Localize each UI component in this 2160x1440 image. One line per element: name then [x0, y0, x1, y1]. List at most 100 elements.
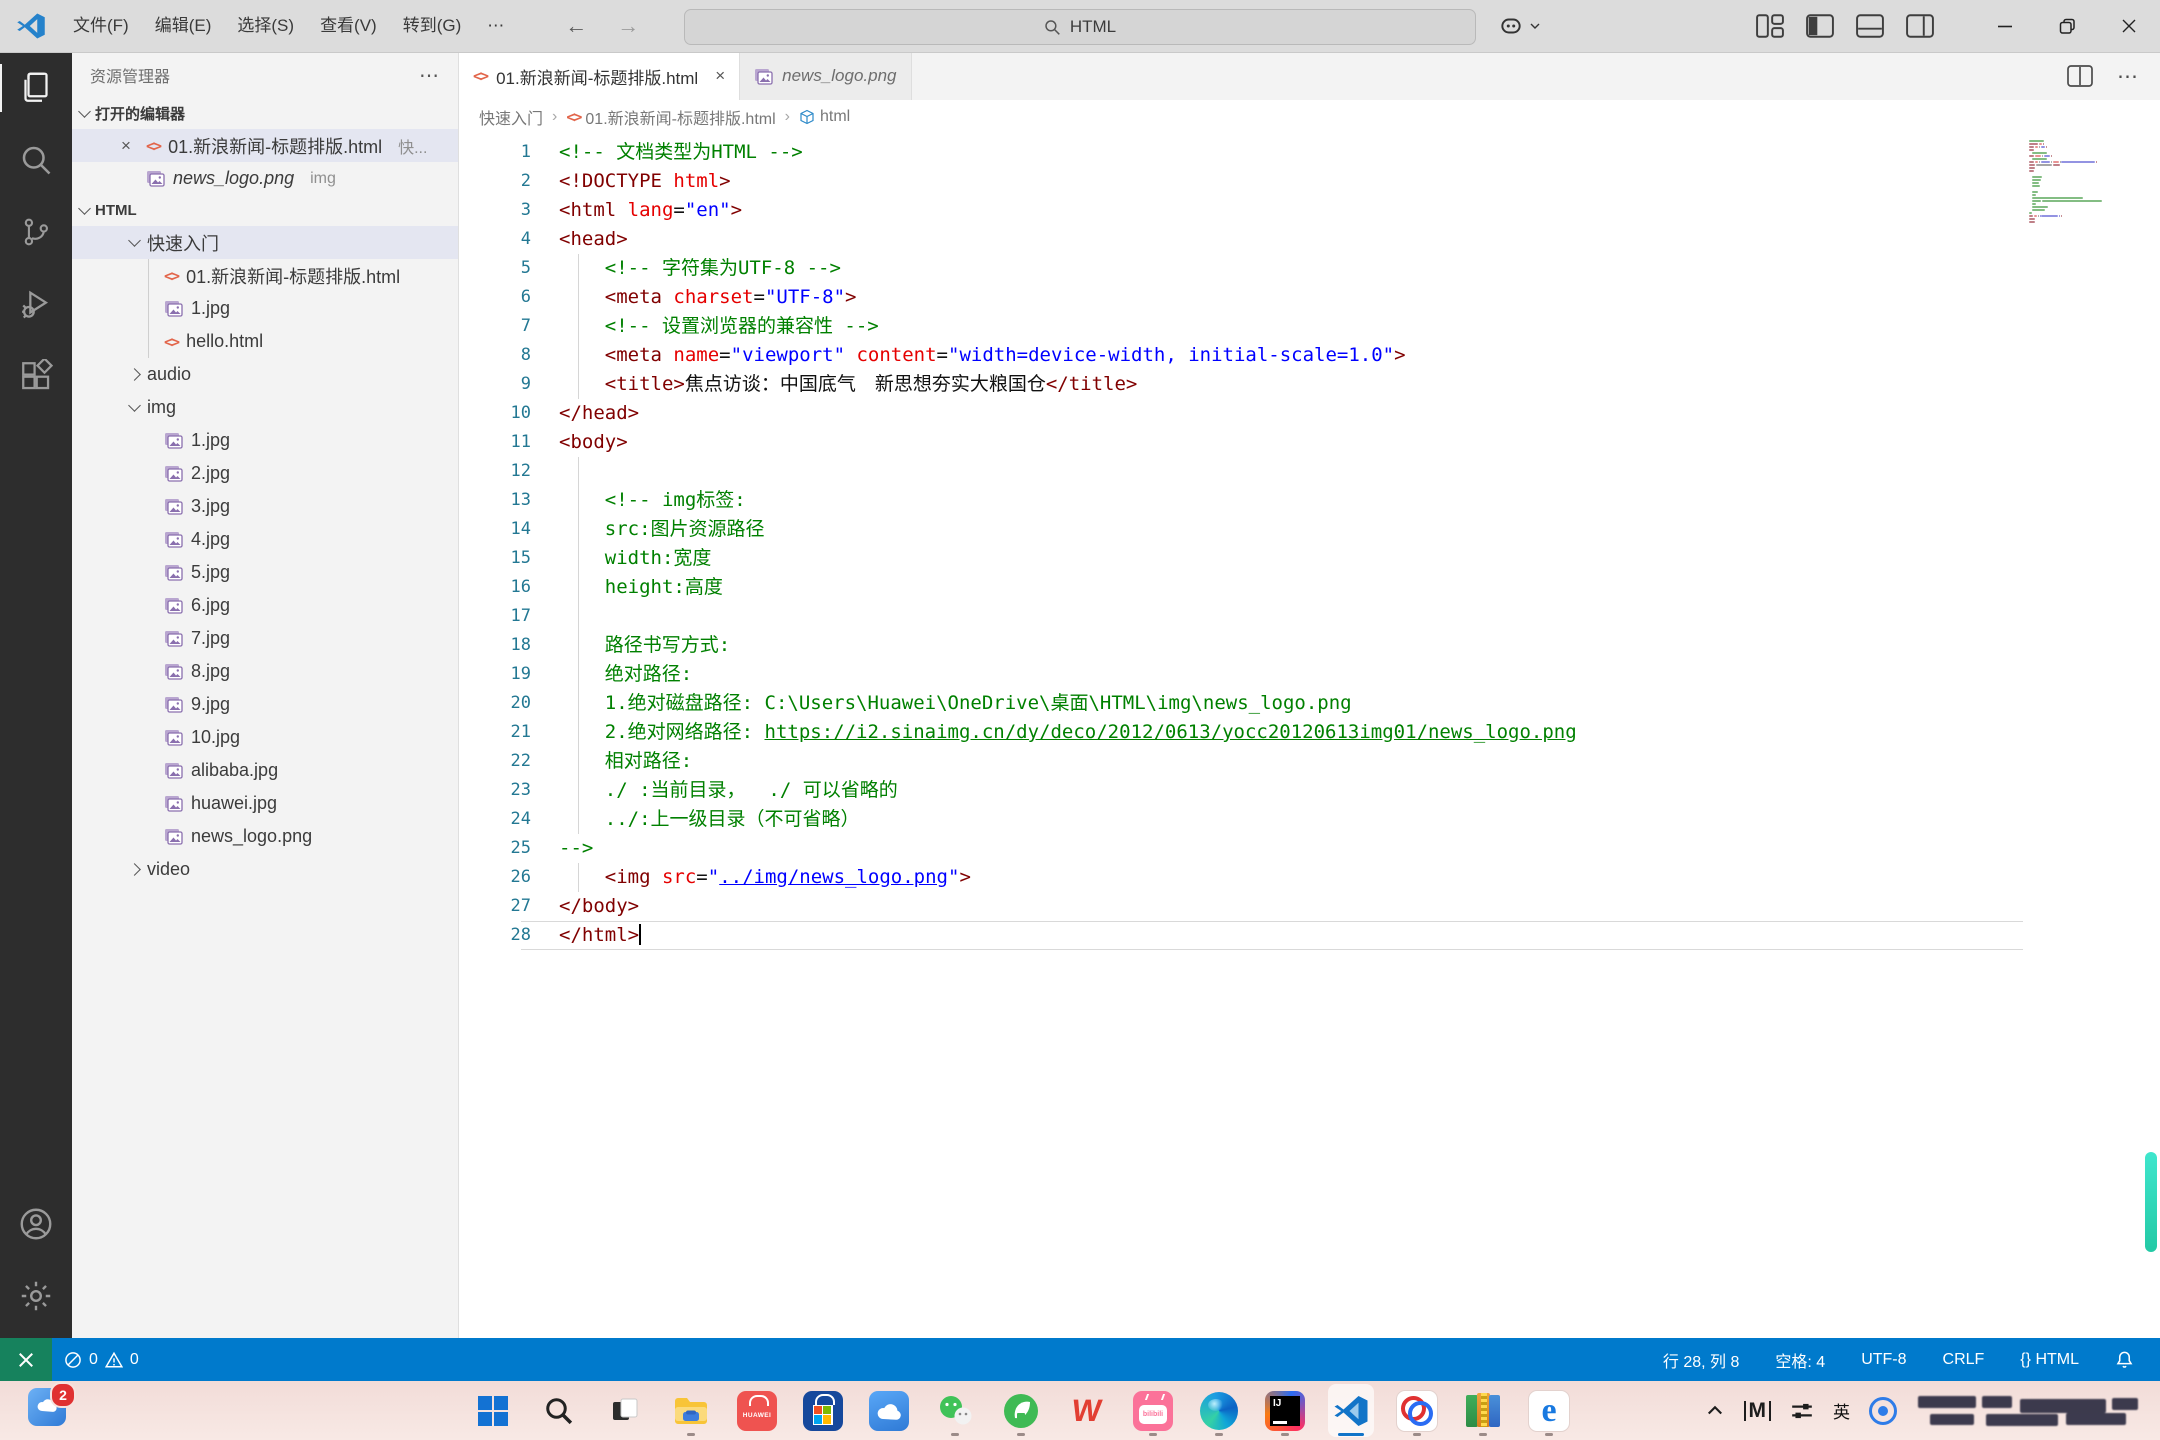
tree-item[interactable]: img — [72, 391, 458, 424]
code-line-2[interactable]: 2 <!DOCTYPE html> — [459, 167, 2160, 196]
code-line-18[interactable]: 18 路径书写方式: — [459, 631, 2160, 660]
code-line-text[interactable] — [531, 602, 559, 631]
tree-item[interactable]: 快速入门 — [72, 226, 458, 259]
breadcrumb-item[interactable]: 快速入门 — [479, 105, 543, 129]
breadcrumb-item[interactable]: <> 01.新浪新闻-标题排版.html — [566, 105, 775, 129]
activity-source-control[interactable] — [0, 196, 72, 268]
activity-search[interactable] — [0, 124, 72, 196]
taskbar-app-huawei-petal[interactable] — [998, 1384, 1044, 1437]
menu-more[interactable]: ⋯ — [474, 8, 517, 44]
notifications-bell-icon[interactable] — [2115, 1350, 2134, 1369]
editor-tab[interactable]: <> 01.新浪新闻-标题排版.html × — [459, 52, 741, 100]
nav-forward-icon[interactable]: → — [617, 13, 639, 39]
tree-item[interactable]: 8.jpg — [72, 655, 458, 688]
code-line-text[interactable]: <meta name="viewport" content="width=dev… — [531, 341, 1406, 370]
code-line-15[interactable]: 15 width:宽度 — [459, 544, 2160, 573]
taskbar-app-vscode[interactable] — [1328, 1384, 1374, 1437]
scrollbar-accent[interactable] — [2145, 1152, 2157, 1252]
taskbar-app-e-browser[interactable]: e — [1526, 1384, 1572, 1437]
tree-item[interactable]: 10.jpg — [72, 721, 458, 754]
code-line-text[interactable]: <!-- img标签: — [531, 486, 746, 515]
code-line-text[interactable]: <meta charset="UTF-8"> — [531, 283, 857, 312]
tree-item[interactable]: 9.jpg — [72, 688, 458, 721]
minimap[interactable] — [2028, 140, 2118, 224]
code-line-text[interactable]: --> — [531, 834, 593, 863]
taskbar-app-search[interactable] — [536, 1384, 582, 1437]
problems-status[interactable]: 0 0 — [52, 1351, 151, 1369]
activity-settings[interactable] — [0, 1260, 72, 1332]
code-line-text[interactable]: width:宽度 — [531, 544, 712, 573]
taskbar-app-file-explorer[interactable] — [668, 1384, 714, 1437]
close-tab-icon[interactable]: × — [715, 66, 725, 86]
tree-item[interactable]: 2.jpg — [72, 457, 458, 490]
menu-edit[interactable]: 编辑(E) — [142, 8, 225, 44]
code-line-9[interactable]: 9 <title>焦点访谈：中国底气 新思想夯实大粮国仓</title> — [459, 370, 2160, 399]
eol-sequence[interactable]: CRLF — [1943, 1351, 1985, 1369]
activity-run-debug[interactable] — [0, 268, 72, 340]
remote-indicator[interactable] — [0, 1338, 52, 1381]
toggle-primary-sidebar-icon[interactable] — [1806, 14, 1834, 38]
nav-back-icon[interactable]: ← — [565, 13, 587, 39]
code-line-text[interactable]: </html> — [531, 921, 642, 950]
activity-account[interactable] — [0, 1188, 72, 1260]
tree-item[interactable]: 1.jpg — [72, 292, 458, 325]
code-line-text[interactable]: <img src="../img/news_logo.png"> — [531, 863, 971, 892]
taskbar-app-task-view[interactable] — [602, 1384, 648, 1437]
menu-goto[interactable]: 转到(G) — [390, 8, 475, 44]
customize-layout-icon[interactable] — [1756, 14, 1784, 38]
editor-tab[interactable]: news_logo.png — [740, 52, 912, 100]
breadcrumb-item[interactable]: html — [799, 108, 850, 126]
taskbar-app-edge[interactable] — [1196, 1384, 1242, 1437]
code-line-text[interactable]: 相对路径: — [531, 747, 692, 776]
activity-extensions[interactable] — [0, 340, 72, 412]
encoding[interactable]: UTF-8 — [1861, 1351, 1906, 1369]
toggle-secondary-sidebar-icon[interactable] — [1906, 14, 1934, 38]
copilot-menu[interactable] — [1498, 13, 1541, 39]
code-line-text[interactable]: ../:上一级目录（不可省略） — [531, 805, 860, 834]
code-line-text[interactable]: <title>焦点访谈：中国底气 新思想夯实大粮国仓</title> — [531, 370, 1138, 399]
tray-circle-app-icon[interactable] — [1869, 1396, 1897, 1425]
code-line-25[interactable]: 25 --> — [459, 834, 2160, 863]
restore-button[interactable] — [2036, 0, 2098, 52]
code-line-text[interactable]: 2.绝对网络路径: https://i2.sinaimg.cn/dy/deco/… — [531, 718, 1577, 747]
code-line-text[interactable]: <!-- 文档类型为HTML --> — [531, 138, 803, 167]
taskbar-app-bilibili[interactable]: bilibili — [1130, 1384, 1176, 1437]
code-line-27[interactable]: 27 </body> — [459, 892, 2160, 921]
ime-language-indicator[interactable]: 英 — [1833, 1398, 1850, 1423]
code-line-3[interactable]: 3 <html lang="en"> — [459, 196, 2160, 225]
taskbar-app-wechat[interactable] — [932, 1384, 978, 1437]
code-line-14[interactable]: 14 src:图片资源路径 — [459, 515, 2160, 544]
tree-item[interactable]: 6.jpg — [72, 589, 458, 622]
root-folder-section[interactable]: HTML — [72, 195, 458, 226]
code-line-28[interactable]: 28 </html> — [459, 921, 2160, 950]
code-line-text[interactable]: <!-- 字符集为UTF-8 --> — [531, 254, 841, 283]
taskbar-app-intellij-idea[interactable]: IJ — [1262, 1384, 1308, 1437]
cursor-position[interactable]: 行 28, 列 8 — [1663, 1348, 1739, 1372]
tree-item[interactable]: <> 01.新浪新闻-标题排版.html — [72, 259, 458, 292]
open-editor-item[interactable]: news_logo.png img — [72, 162, 458, 195]
tree-item[interactable]: huawei.jpg — [72, 787, 458, 820]
editor-more-actions-icon[interactable]: ⋯ — [2117, 64, 2138, 89]
tree-item[interactable]: news_logo.png — [72, 820, 458, 853]
tray-m-app-icon[interactable]: M — [1743, 1400, 1771, 1421]
language-mode[interactable]: {} HTML — [2020, 1351, 2079, 1369]
code-line-19[interactable]: 19 绝对路径: — [459, 660, 2160, 689]
tree-item[interactable]: 4.jpg — [72, 523, 458, 556]
code-line-text[interactable]: src:图片资源路径 — [531, 515, 765, 544]
tree-item[interactable]: 7.jpg — [72, 622, 458, 655]
tree-item[interactable]: 1.jpg — [72, 424, 458, 457]
code-line-text[interactable]: <!-- 设置浏览器的兼容性 --> — [531, 312, 879, 341]
taskbar-app-microsoft-store[interactable] — [800, 1384, 846, 1437]
taskbar-app-winrar[interactable] — [1460, 1384, 1506, 1437]
menu-selection[interactable]: 选择(S) — [224, 8, 307, 44]
tree-item[interactable]: 5.jpg — [72, 556, 458, 589]
taskbar-app-rings-app[interactable] — [1394, 1384, 1440, 1437]
open-editors-section[interactable]: 打开的编辑器 — [72, 98, 458, 129]
code-line-5[interactable]: 5 <!-- 字符集为UTF-8 --> — [459, 254, 2160, 283]
code-line-20[interactable]: 20 1.绝对磁盘路径: C:\Users\Huawei\OneDrive\桌面… — [459, 689, 2160, 718]
tree-item[interactable]: video — [72, 853, 458, 886]
close-editor-icon[interactable]: × — [114, 136, 138, 156]
code-line-1[interactable]: 1 <!-- 文档类型为HTML --> — [459, 138, 2160, 167]
taskbar-app-huawei-cloud[interactable] — [866, 1384, 912, 1437]
code-line-text[interactable]: 路径书写方式: — [531, 631, 730, 660]
